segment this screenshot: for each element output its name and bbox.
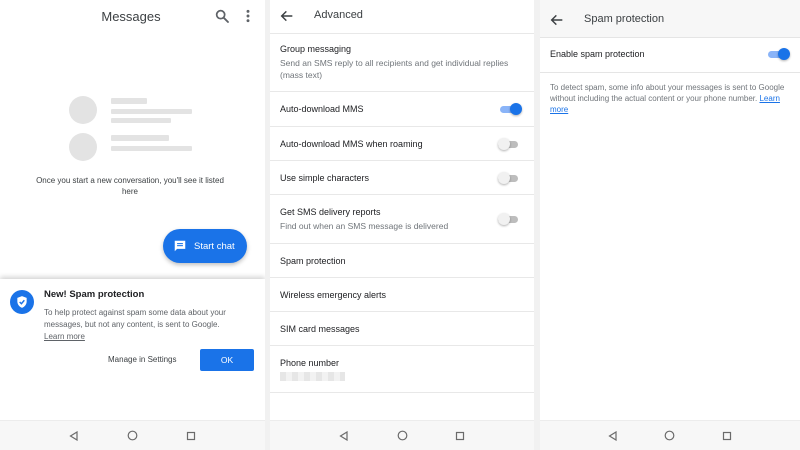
spam-info-body: To detect spam, some info about your mes… <box>550 83 785 103</box>
row-subtitle: Find out when an SMS message is delivere… <box>280 221 449 231</box>
toggle-thumb <box>498 172 510 184</box>
section-divider <box>540 72 800 73</box>
manage-in-settings-button[interactable]: Manage in Settings <box>108 355 177 364</box>
spam-protection-screen: Spam protection Enable spam protection T… <box>540 0 800 450</box>
verified-shield-icon <box>10 290 34 314</box>
nav-home-icon[interactable] <box>659 425 681 447</box>
delivery-reports-toggle[interactable] <box>498 213 520 225</box>
placeholder-line <box>111 118 171 123</box>
system-nav-bar <box>540 420 800 450</box>
nav-back-icon[interactable] <box>602 425 624 447</box>
nav-back-icon[interactable] <box>63 425 85 447</box>
start-chat-label: Start chat <box>194 240 235 252</box>
placeholder-line <box>111 135 169 141</box>
row-title: Spam protection <box>280 256 346 266</box>
messages-top-bar: Messages <box>0 0 265 34</box>
row-title: SIM card messages <box>280 324 360 334</box>
sim-card-messages-row[interactable]: SIM card messages <box>270 312 534 346</box>
sheet-title: New! Spam protection <box>44 289 145 300</box>
toggle-thumb <box>498 213 510 225</box>
toggle-thumb <box>498 138 510 150</box>
group-messaging-row[interactable]: Group messaging Send an SMS reply to all… <box>270 34 534 92</box>
empty-state-text: Once you start a new conversation, you'l… <box>36 176 224 196</box>
enable-spam-protection-toggle[interactable] <box>768 48 790 60</box>
learn-more-link[interactable]: Learn more <box>44 332 85 341</box>
messages-screen: Messages Once you start a new conversati… <box>0 0 265 450</box>
enable-spam-protection-label: Enable spam protection <box>550 49 645 59</box>
auto-download-mms-row[interactable]: Auto-download MMS <box>270 92 534 127</box>
start-chat-button[interactable]: Start chat <box>163 229 247 263</box>
spam-info-text: To detect spam, some info about your mes… <box>550 82 790 115</box>
chat-bubble-icon <box>174 240 186 252</box>
placeholder-line <box>111 98 147 104</box>
nav-recents-icon[interactable] <box>180 425 202 447</box>
row-title: Auto-download MMS <box>280 104 364 114</box>
row-title: Use simple characters <box>280 173 370 183</box>
system-nav-bar <box>270 420 534 450</box>
header-divider <box>270 0 534 34</box>
spam-protection-app-bar: Spam protection <box>540 0 800 38</box>
row-title: Auto-download MMS when roaming <box>280 139 423 149</box>
row-title: Wireless emergency alerts <box>280 290 387 300</box>
nav-recents-icon[interactable] <box>449 425 471 447</box>
sheet-body: To help protect against spam some data a… <box>44 307 249 343</box>
nav-home-icon[interactable] <box>391 425 413 447</box>
auto-download-mms-toggle[interactable] <box>500 103 522 115</box>
advanced-settings-screen: Advanced Group messaging Send an SMS rep… <box>270 0 534 450</box>
row-title: Phone number <box>280 358 340 368</box>
spam-protection-sheet: New! Spam protection To help protect aga… <box>0 279 265 420</box>
arrow-back-icon[interactable] <box>549 12 565 28</box>
phone-number-row[interactable]: Phone number <box>270 346 534 393</box>
row-title: Get SMS delivery reports <box>280 207 381 217</box>
simple-characters-row[interactable]: Use simple characters <box>270 161 534 195</box>
auto-download-roaming-row[interactable]: Auto-download MMS when roaming <box>270 127 534 161</box>
spam-protection-row[interactable]: Spam protection <box>270 244 534 278</box>
sheet-body-text: To help protect against spam some data a… <box>44 308 226 329</box>
spam-protection-title: Spam protection <box>584 13 665 25</box>
wireless-emergency-alerts-row[interactable]: Wireless emergency alerts <box>270 278 534 312</box>
nav-home-icon[interactable] <box>121 425 143 447</box>
placeholder-line <box>111 109 192 114</box>
row-title: Group messaging <box>280 44 352 54</box>
ok-button[interactable]: OK <box>200 349 254 371</box>
placeholder-line <box>111 146 192 151</box>
nav-recents-icon[interactable] <box>716 425 738 447</box>
system-nav-bar <box>0 420 265 450</box>
more-vert-icon[interactable] <box>240 8 256 24</box>
toggle-thumb <box>778 48 790 60</box>
delivery-reports-row[interactable]: Get SMS delivery reports Find out when a… <box>270 195 534 244</box>
nav-back-icon[interactable] <box>333 425 355 447</box>
placeholder-avatar <box>69 96 97 124</box>
placeholder-avatar <box>69 133 97 161</box>
row-subtitle: Send an SMS reply to all recipients and … <box>280 58 509 80</box>
redacted-phone-number <box>280 372 345 381</box>
auto-download-roaming-toggle[interactable] <box>498 138 520 150</box>
search-icon[interactable] <box>214 8 230 24</box>
toggle-thumb <box>510 103 522 115</box>
simple-characters-toggle[interactable] <box>498 172 520 184</box>
